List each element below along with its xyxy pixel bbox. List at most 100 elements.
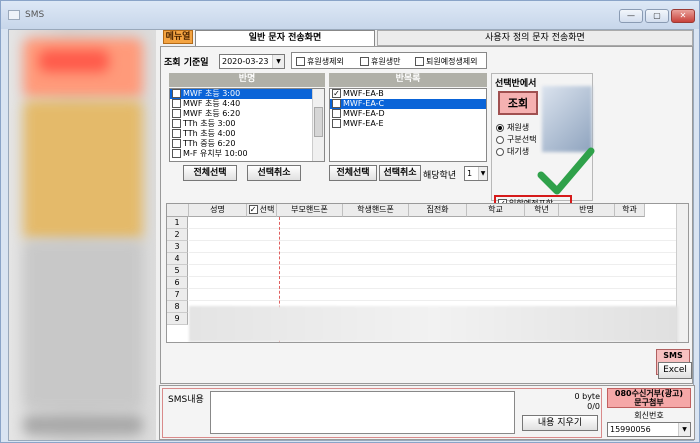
grid-column-header[interactable]: 학과: [615, 204, 645, 217]
repeat-list-item[interactable]: MWF-EA-D: [330, 109, 486, 119]
grid-row-number[interactable]: 9: [167, 313, 188, 325]
grid-column-header[interactable]: 성명: [189, 204, 247, 217]
opt-out-attach-button[interactable]: 080수신거부(광고) 문구첨부: [607, 388, 691, 408]
query-date-picker[interactable]: 2020-03-23 ▼: [219, 54, 285, 69]
grid-column-header[interactable]: 집전화: [409, 204, 467, 217]
menu-toggle-button[interactable]: 메뉴열: [163, 30, 193, 44]
radio-icon[interactable]: [496, 123, 504, 132]
excel-button[interactable]: Excel: [658, 362, 692, 379]
class-list-item[interactable]: ✓ MWF 초등 3:00: [170, 89, 324, 99]
grid-row-number[interactable]: 5: [167, 265, 188, 277]
student-grid[interactable]: 성명 ✓ 선택 부모핸드폰 학생핸드폰 집전화 학교 학년 반명 학과 123456789: [166, 203, 689, 343]
filter-exclude-withdraw[interactable]: 퇴원예정생제외: [415, 56, 478, 67]
filter-only-leave[interactable]: 휴원생만: [360, 56, 400, 67]
grid-column-header[interactable]: 학생핸드폰: [343, 204, 409, 217]
grid-column-label: 반명: [579, 205, 594, 214]
grid-column-label: 학생핸드폰: [357, 205, 394, 214]
class-list-item[interactable]: MWF 초등 4:40: [170, 99, 324, 109]
chevron-down-icon[interactable]: ▼: [678, 423, 690, 436]
checkbox-icon[interactable]: ✓: [172, 89, 181, 98]
grid-row-number[interactable]: 3: [167, 241, 188, 253]
chevron-down-icon[interactable]: ▼: [272, 55, 284, 68]
table-row[interactable]: [189, 241, 678, 253]
grade-select[interactable]: 1 ▼: [464, 166, 488, 181]
checkbox-icon[interactable]: [360, 57, 369, 66]
grid-column-label: 학교: [488, 205, 503, 214]
repeat-listbox[interactable]: ✓ MWF-EA-B ✓ MWF-EA-C MWF-EA-D MWF-EA-E: [329, 88, 487, 162]
checkbox-icon[interactable]: [332, 109, 341, 118]
tab-custom-sms[interactable]: 사용자 정의 문자 전송화면: [377, 30, 693, 46]
grid-column-header[interactable]: 학교: [467, 204, 525, 217]
checkbox-icon[interactable]: [172, 99, 181, 108]
checkbox-icon[interactable]: [415, 57, 424, 66]
class-list-item[interactable]: M-F 유치부 10:00: [170, 149, 324, 159]
grid-column-header[interactable]: ✓ 선택: [247, 204, 277, 217]
table-row[interactable]: [189, 229, 678, 241]
grid-column-header[interactable]: 부모핸드폰: [277, 204, 343, 217]
repeat-list-item-label: MWF-EA-B: [343, 89, 384, 98]
radio-icon[interactable]: [496, 147, 504, 156]
class-list-item[interactable]: TTh 중등 6:20: [170, 139, 324, 149]
table-row[interactable]: [189, 277, 678, 289]
class-list-item[interactable]: TTh 초등 3:00: [170, 119, 324, 129]
checkbox-icon[interactable]: [172, 149, 181, 158]
repeat-deselect-button[interactable]: 선택취소: [379, 165, 421, 181]
class-listbox[interactable]: ✓ MWF 초등 3:00 MWF 초등 4:40 MWF 초등 6:20 TTh 초등…: [169, 88, 325, 162]
class-list-item[interactable]: MWF 초등 6:20: [170, 109, 324, 119]
sms-content-label: SMS내용: [168, 395, 204, 405]
callback-number-select[interactable]: 15990056 ▼: [607, 422, 691, 437]
grid-row-number[interactable]: 2: [167, 229, 188, 241]
radio-option[interactable]: 재원생: [496, 122, 529, 133]
class-deselect-button[interactable]: 선택취소: [247, 165, 301, 181]
grid-column-label: 집전화: [426, 205, 449, 214]
grid-row-number[interactable]: 4: [167, 253, 188, 265]
checkbox-icon[interactable]: ✓: [248, 205, 258, 214]
radio-option[interactable]: 구분선택: [496, 134, 536, 145]
tab-general-sms[interactable]: 일반 문자 전송화면: [195, 30, 375, 46]
selection-panel-title: 선택반에서: [495, 79, 537, 89]
checkbox-icon[interactable]: [172, 119, 181, 128]
sms-content-input[interactable]: [210, 391, 515, 434]
table-row[interactable]: [189, 265, 678, 277]
repeat-list-item[interactable]: ✓ MWF-EA-C: [330, 99, 486, 109]
filter-group: 휴원생제외 휴원생만 퇴원예정생제외: [291, 52, 487, 69]
repeat-select-all-button[interactable]: 전체선택: [329, 165, 377, 181]
table-row[interactable]: [189, 253, 678, 265]
grid-row-number[interactable]: 7: [167, 289, 188, 301]
grid-row-number[interactable]: 6: [167, 277, 188, 289]
scrollbar[interactable]: [312, 89, 324, 161]
grade-label: 해당학년: [423, 171, 457, 181]
checkbox-icon[interactable]: [172, 109, 181, 118]
class-select-all-button[interactable]: 전체선택: [183, 165, 237, 181]
close-button[interactable]: ✕: [671, 9, 695, 23]
checkmark-icon: [537, 147, 595, 195]
class-list-item[interactable]: TTh 초등 4:00: [170, 129, 324, 139]
clear-content-button[interactable]: 내용 지우기: [522, 415, 598, 431]
radio-icon[interactable]: [496, 135, 504, 144]
checkbox-icon[interactable]: ✓: [332, 99, 341, 108]
radio-option[interactable]: 대기생: [496, 146, 529, 157]
grid-column-label: 선택: [259, 205, 275, 214]
table-row[interactable]: [189, 217, 678, 229]
grid-row-number[interactable]: 1: [167, 217, 188, 229]
minimize-button[interactable]: —: [619, 9, 643, 23]
app-window: SMS — ▢ ✕ 메뉴열 일반 문자 전송화면 사용자 정의 문자 전송화면 …: [0, 0, 700, 443]
repeat-list-item[interactable]: ✓ MWF-EA-B: [330, 89, 486, 99]
maximize-button[interactable]: ▢: [645, 9, 669, 23]
checkbox-icon[interactable]: [172, 139, 181, 148]
query-button[interactable]: 조회: [498, 91, 538, 115]
repeat-list-item[interactable]: MWF-EA-E: [330, 119, 486, 129]
table-row[interactable]: [189, 289, 678, 301]
checkbox-icon[interactable]: [172, 129, 181, 138]
filter-exclude-leave[interactable]: 휴원생제외: [296, 56, 344, 67]
checkbox-icon[interactable]: [296, 57, 305, 66]
chevron-down-icon[interactable]: ▼: [478, 167, 487, 180]
checkbox-icon[interactable]: ✓: [332, 89, 341, 98]
grid-column-header[interactable]: 반명: [559, 204, 615, 217]
grid-column-header[interactable]: 학년: [525, 204, 559, 217]
grid-row-number[interactable]: 8: [167, 301, 188, 313]
checkbox-icon[interactable]: [332, 119, 341, 128]
repeat-list-item-label: MWF-EA-E: [343, 119, 384, 128]
client-area: 메뉴열 일반 문자 전송화면 사용자 정의 문자 전송화면 조회 기준일 202…: [8, 29, 695, 441]
scrollbar-thumb[interactable]: [314, 107, 323, 137]
